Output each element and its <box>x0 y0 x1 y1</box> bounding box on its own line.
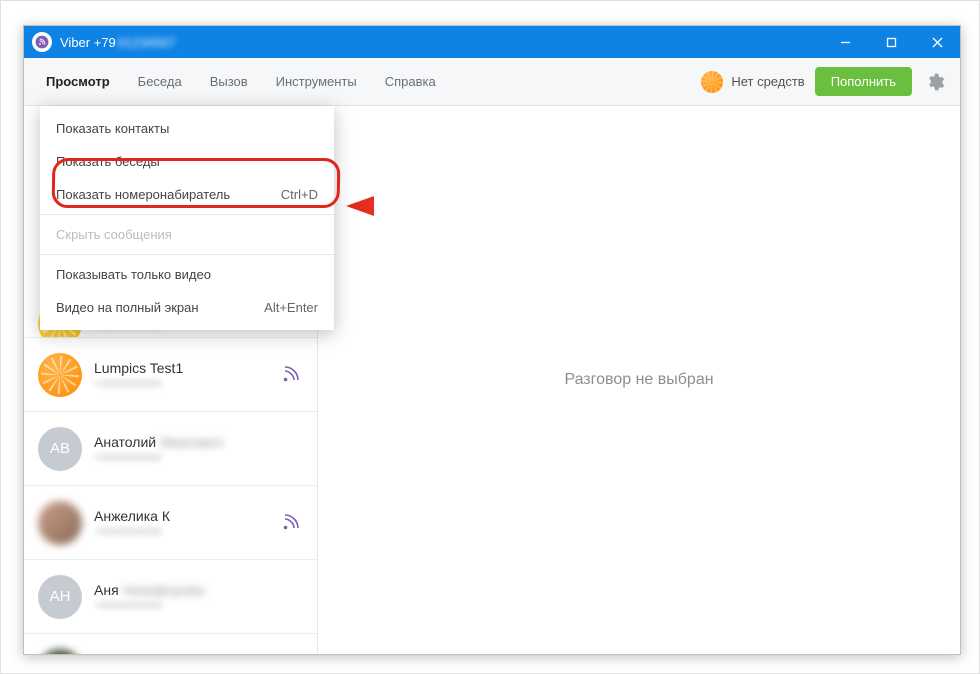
empty-conversation-text: Разговор не выбран <box>564 371 713 389</box>
topup-button[interactable]: Пополнить <box>815 67 912 96</box>
avatar <box>38 501 82 545</box>
contact-info: Lumpics Test1 +0000000000 <box>94 360 265 390</box>
contact-name: АняНикифорова <box>94 582 303 598</box>
contact-row[interactable]: АВ АнатолийИванович +0000000000 <box>24 412 317 486</box>
dropdown-separator <box>40 254 334 255</box>
minimize-button[interactable] <box>822 26 868 58</box>
contact-name: Lumpics Test1 <box>94 360 265 376</box>
viber-icon <box>277 510 303 536</box>
dropdown-item-label: Показать контакты <box>56 121 169 136</box>
dropdown-item-label: Показать номеронабиратель <box>56 187 230 202</box>
dropdown-item-label: Показать беседы <box>56 154 160 169</box>
dropdown-separator <box>40 214 334 215</box>
menu-tools[interactable]: Инструменты <box>262 58 371 106</box>
titlebar: Viber +79 01234567 <box>24 26 960 58</box>
window-title: Viber +79 <box>60 35 116 50</box>
gear-icon <box>925 72 945 92</box>
contact-row[interactable]: Вадим С+0000000000 <box>24 634 317 654</box>
contact-info: АняНикифорова +0000000000 <box>94 582 303 612</box>
avatar: АВ <box>38 427 82 471</box>
dropdown-item-label: Показывать только видео <box>56 267 211 282</box>
menu-call[interactable]: Вызов <box>196 58 262 106</box>
contact-row[interactable]: Анжелика К +0000000000 <box>24 486 317 560</box>
contact-sub: +0000000000 <box>94 526 265 538</box>
avatar <box>38 353 82 397</box>
contact-sub: +0000000000 <box>94 600 303 612</box>
contact-row[interactable]: Lumpics Test1 +0000000000 <box>24 338 317 412</box>
contact-name: АнатолийИванович <box>94 434 303 450</box>
contact-name: Анжелика К <box>94 508 265 524</box>
avatar: АН <box>38 575 82 619</box>
dropdown-item[interactable]: Видео на полный экран Alt+Enter <box>40 291 334 324</box>
contact-sub: +0000000000 <box>94 452 303 464</box>
dropdown-item[interactable]: Показывать только видео <box>40 258 334 291</box>
contact-row[interactable]: АН АняНикифорова +0000000000 <box>24 560 317 634</box>
dropdown-item-label: Скрыть сообщения <box>56 227 172 242</box>
view-dropdown: Показать контакты Показать беседы Показать… <box>40 106 334 330</box>
viber-icon <box>277 362 303 388</box>
dropdown-item[interactable]: Показать беседы <box>40 145 334 178</box>
contact-info: Анжелика К +0000000000 <box>94 508 265 538</box>
app-window: Viber +79 01234567 Просмотр Беседа Вызов… <box>23 25 961 655</box>
contact-sub: +0000000000 <box>94 378 265 390</box>
conversation-area: Разговор не выбран <box>318 106 960 654</box>
settings-button[interactable] <box>918 65 952 99</box>
app-icon <box>32 32 52 52</box>
menu-view[interactable]: Просмотр <box>32 58 124 106</box>
close-button[interactable] <box>914 26 960 58</box>
menubar: Просмотр Беседа Вызов Инструменты Справк… <box>24 58 960 106</box>
avatar <box>38 649 82 655</box>
dropdown-item-shortcut: Ctrl+D <box>281 187 318 202</box>
dropdown-item-label: Видео на полный экран <box>56 300 199 315</box>
maximize-button[interactable] <box>868 26 914 58</box>
dropdown-item-shortcut: Alt+Enter <box>264 300 318 315</box>
menu-help[interactable]: Справка <box>371 58 450 106</box>
menu-chat[interactable]: Беседа <box>124 58 196 106</box>
balance-indicator[interactable]: Нет средств <box>701 71 804 93</box>
orange-icon <box>701 71 723 93</box>
window-title-blur: 01234567 <box>118 35 176 50</box>
balance-text: Нет средств <box>731 74 804 89</box>
dropdown-item: Скрыть сообщения <box>40 218 334 251</box>
contact-info: АнатолийИванович +0000000000 <box>94 434 303 464</box>
dropdown-item[interactable]: Показать номеронабиратель Ctrl+D <box>40 178 334 211</box>
dropdown-item[interactable]: Показать контакты <box>40 112 334 145</box>
